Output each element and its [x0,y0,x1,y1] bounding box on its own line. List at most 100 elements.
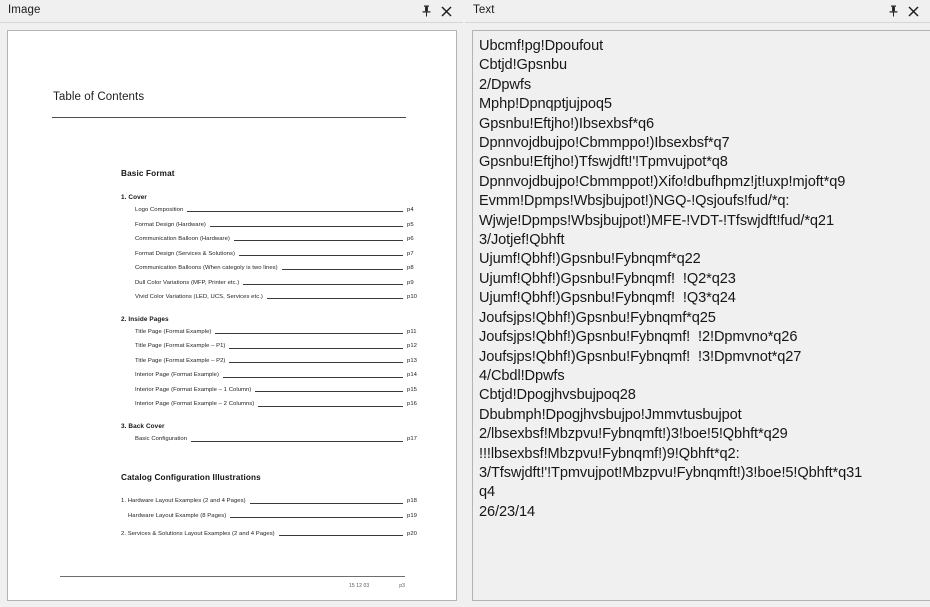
toc-leader-line [209,225,403,227]
toc-entry-page: p12 [407,343,417,350]
toc-entry-label: Title Page (Format Example – P2) [135,357,226,364]
text-panel-titlebar[interactable]: Text [465,0,930,23]
toc-entry-label: Interior Page (Format Example) [135,372,219,379]
toc-entry-label: Hardware Layout Example (8 Pages) [128,512,227,519]
toc-entry[interactable]: Format Design (Services & Solutions) p7 [121,250,421,258]
image-panel-body: Table of Contents Basic Format 1. Cover … [0,23,463,607]
text-line: Wjwje!Dpmps!Wbsjbujpot!)MFE-!VDT-!Tfswjd… [479,212,834,229]
toc-entry-label: Interior Page (Format Example – 2 Column… [135,401,255,408]
toc-leader-line [229,362,403,364]
document-page: Table of Contents Basic Format 1. Cover … [8,31,456,600]
toc-entry-label: 1. Hardware Layout Examples (2 and 4 Pag… [121,498,246,505]
text-line: 2/Dpwfs [479,76,532,93]
toc-entry[interactable]: Title Page (Format Example) p11 [121,328,421,336]
toc-section-heading: Basic Format [121,169,175,178]
text-line: Ubcmf!pg!Dpoufout [479,38,604,54]
toc-entry-page: p10 [407,294,417,300]
text-line: Ujumf!Qbhf!)Gpsnbu!Fybnqmf! !Q3*q24 [479,290,736,307]
image-panel-titlebar[interactable]: Image [0,0,463,23]
toc-entry-page: p9 [407,279,414,286]
toc-leader-line [239,254,403,256]
text-line: Gpsnbu!Eftjho!)Tfswjdft!'!Tpmvujpot*q8 [479,154,728,171]
text-line: 3/Jotjef!Qbhft [479,232,565,249]
toc-entry-page: p19 [407,512,417,519]
text-line: Ujumf!Qbhf!)Gpsnbu!Fybnqmf*q22 [479,251,701,268]
close-icon[interactable] [907,4,920,18]
toc-entry-label: Format Design (Services & Solutions) [135,250,236,257]
toc-entry[interactable]: Logo Composition p4 [121,207,421,214]
toc-entry-label: Interior Page (Format Example – 1 Column… [135,386,252,393]
pin-icon[interactable] [887,4,900,18]
toc-entry-label: Communication Balloons (When categoly is… [135,265,278,271]
toc-section-catalog: Catalog Configuration Illustrations 1. H… [121,473,421,537]
toc-leader-line [243,283,403,285]
toc-leader-line [187,211,403,213]
toc-leader-line [278,534,403,536]
toc-entry[interactable]: 1. Hardware Layout Examples (2 and 4 Pag… [121,498,421,505]
pin-icon[interactable] [420,4,433,18]
text-panel-titlebar-buttons [887,4,920,18]
text-panel-title: Text [473,4,495,17]
toc-entry[interactable]: Title Page (Format Example – P1) p12 [121,344,421,350]
text-panel-body: Ubcmf!pg!Dpoufout Cbtjd!Gpsnbu 2/Dpwfs M… [465,23,930,607]
toc-entry-label: Communication Balloon (Hardware) [135,236,230,242]
toc-leader-line [229,347,403,349]
close-icon[interactable] [440,4,453,18]
toc-entry[interactable]: Interior Page (Format Example) p14 [121,373,421,379]
image-viewer[interactable]: Table of Contents Basic Format 1. Cover … [7,30,457,601]
toc-leader-line [249,502,403,504]
toc-entry-page: p15 [407,386,417,393]
toc-entry-label: Title Page (Format Example) [135,328,212,335]
footer-date: 15 12 03 [348,583,370,589]
image-panel-title: Image [8,4,41,17]
page-title-rule [52,117,406,118]
toc-entry-page: p20 [407,530,417,537]
toc-entry-label: Format Design (Hardware) [135,221,206,228]
toc-group-inside-pages: 2. Inside Pages Title Page (Format Examp… [121,316,421,408]
toc-entry[interactable]: Communication Balloons (When categoly is… [121,265,421,272]
toc-entry-page: p16 [407,401,417,408]
toc-leader-line [255,391,403,393]
table-of-contents: Basic Format 1. Cover Logo Composition p… [121,169,421,546]
text-line: Dpnnvojdbujpo!Cbmmppo!)Ibsexbsf*q7 [479,135,730,152]
toc-entry-label: Dull Color Variations (MFP, Printer etc.… [135,279,240,286]
toc-group-heading: 3. Back Cover [121,423,165,431]
toc-entry[interactable]: Hardware Layout Example (8 Pages) p19 [121,512,421,520]
text-line: Joufsjps!Qbhf!)Gpsnbu!Fybnqmf! !3!Dpmvno… [479,348,802,365]
toc-entry[interactable]: Vivid Color Variations (LED, UCS, Servic… [121,294,421,301]
text-line: Joufsjps!Qbhf!)Gpsnbu!Fybnqmf*q25 [479,309,716,326]
toc-entry[interactable]: Format Design (Hardware) p5 [121,221,421,229]
text-line: 2/lbsexbsf!Mbzpvu!Fybnqmft!)3!boe!5!Qbhf… [479,426,788,443]
toc-entry[interactable]: Interior Page (Format Example – 2 Column… [121,402,421,408]
page-title: Table of Contents [53,91,145,103]
toc-entry-page: p13 [407,357,417,364]
toc-entry-page: p4 [407,207,414,213]
text-line: Ujumf!Qbhf!)Gpsnbu!Fybnqmf! !Q2*q23 [479,270,736,287]
text-line: !!!lbsexbsf!Mbzpvu!Fybnqmf!)9!Qbhft*q2: [479,445,740,462]
toc-entry[interactable]: Title Page (Format Example – P2) p13 [121,357,421,365]
extracted-text-block: Ubcmf!pg!Dpoufout Cbtjd!Gpsnbu 2/Dpwfs M… [479,37,926,522]
toc-leader-line [230,517,403,519]
toc-entry[interactable]: Interior Page (Format Example – 1 Column… [121,386,421,394]
toc-entry[interactable]: Basic Configuration p17 [121,436,421,443]
text-line: Cbtjd!Gpsnbu [479,57,568,74]
text-line: q4 [479,484,496,501]
toc-entry-label: 2. Services & Solutions Layout Examples … [121,530,275,537]
text-line: Evmm!Dpmps!Wbsjbujpot!)NGQ-!Qsjoufs!fud/… [479,193,790,210]
toc-entry-page: p14 [407,372,417,379]
toc-entry[interactable]: 2. Services & Solutions Layout Examples … [121,530,421,538]
toc-entry[interactable]: Dull Color Variations (MFP, Printer etc.… [121,279,421,287]
toc-entry-page: p17 [407,436,417,443]
text-line: Dbubmph!Dpogjhvsbujpo!Jmmvtusbujpot [479,406,742,423]
toc-section-heading: Catalog Configuration Illustrations [121,473,261,483]
toc-entry[interactable]: Communication Balloon (Hardware) p6 [121,236,421,243]
toc-entry-page: p5 [407,221,414,228]
toc-entry-page: p8 [407,265,414,271]
toc-entry-page: p11 [407,328,417,335]
toc-entry-label: Logo Composition [135,207,184,213]
toc-leader-line [233,240,403,242]
toc-group-heading: 2. Inside Pages [121,315,169,323]
text-viewer[interactable]: Ubcmf!pg!Dpoufout Cbtjd!Gpsnbu 2/Dpwfs M… [472,30,930,601]
page-footer-rule [60,576,405,577]
toc-entry-page: p7 [407,250,414,257]
